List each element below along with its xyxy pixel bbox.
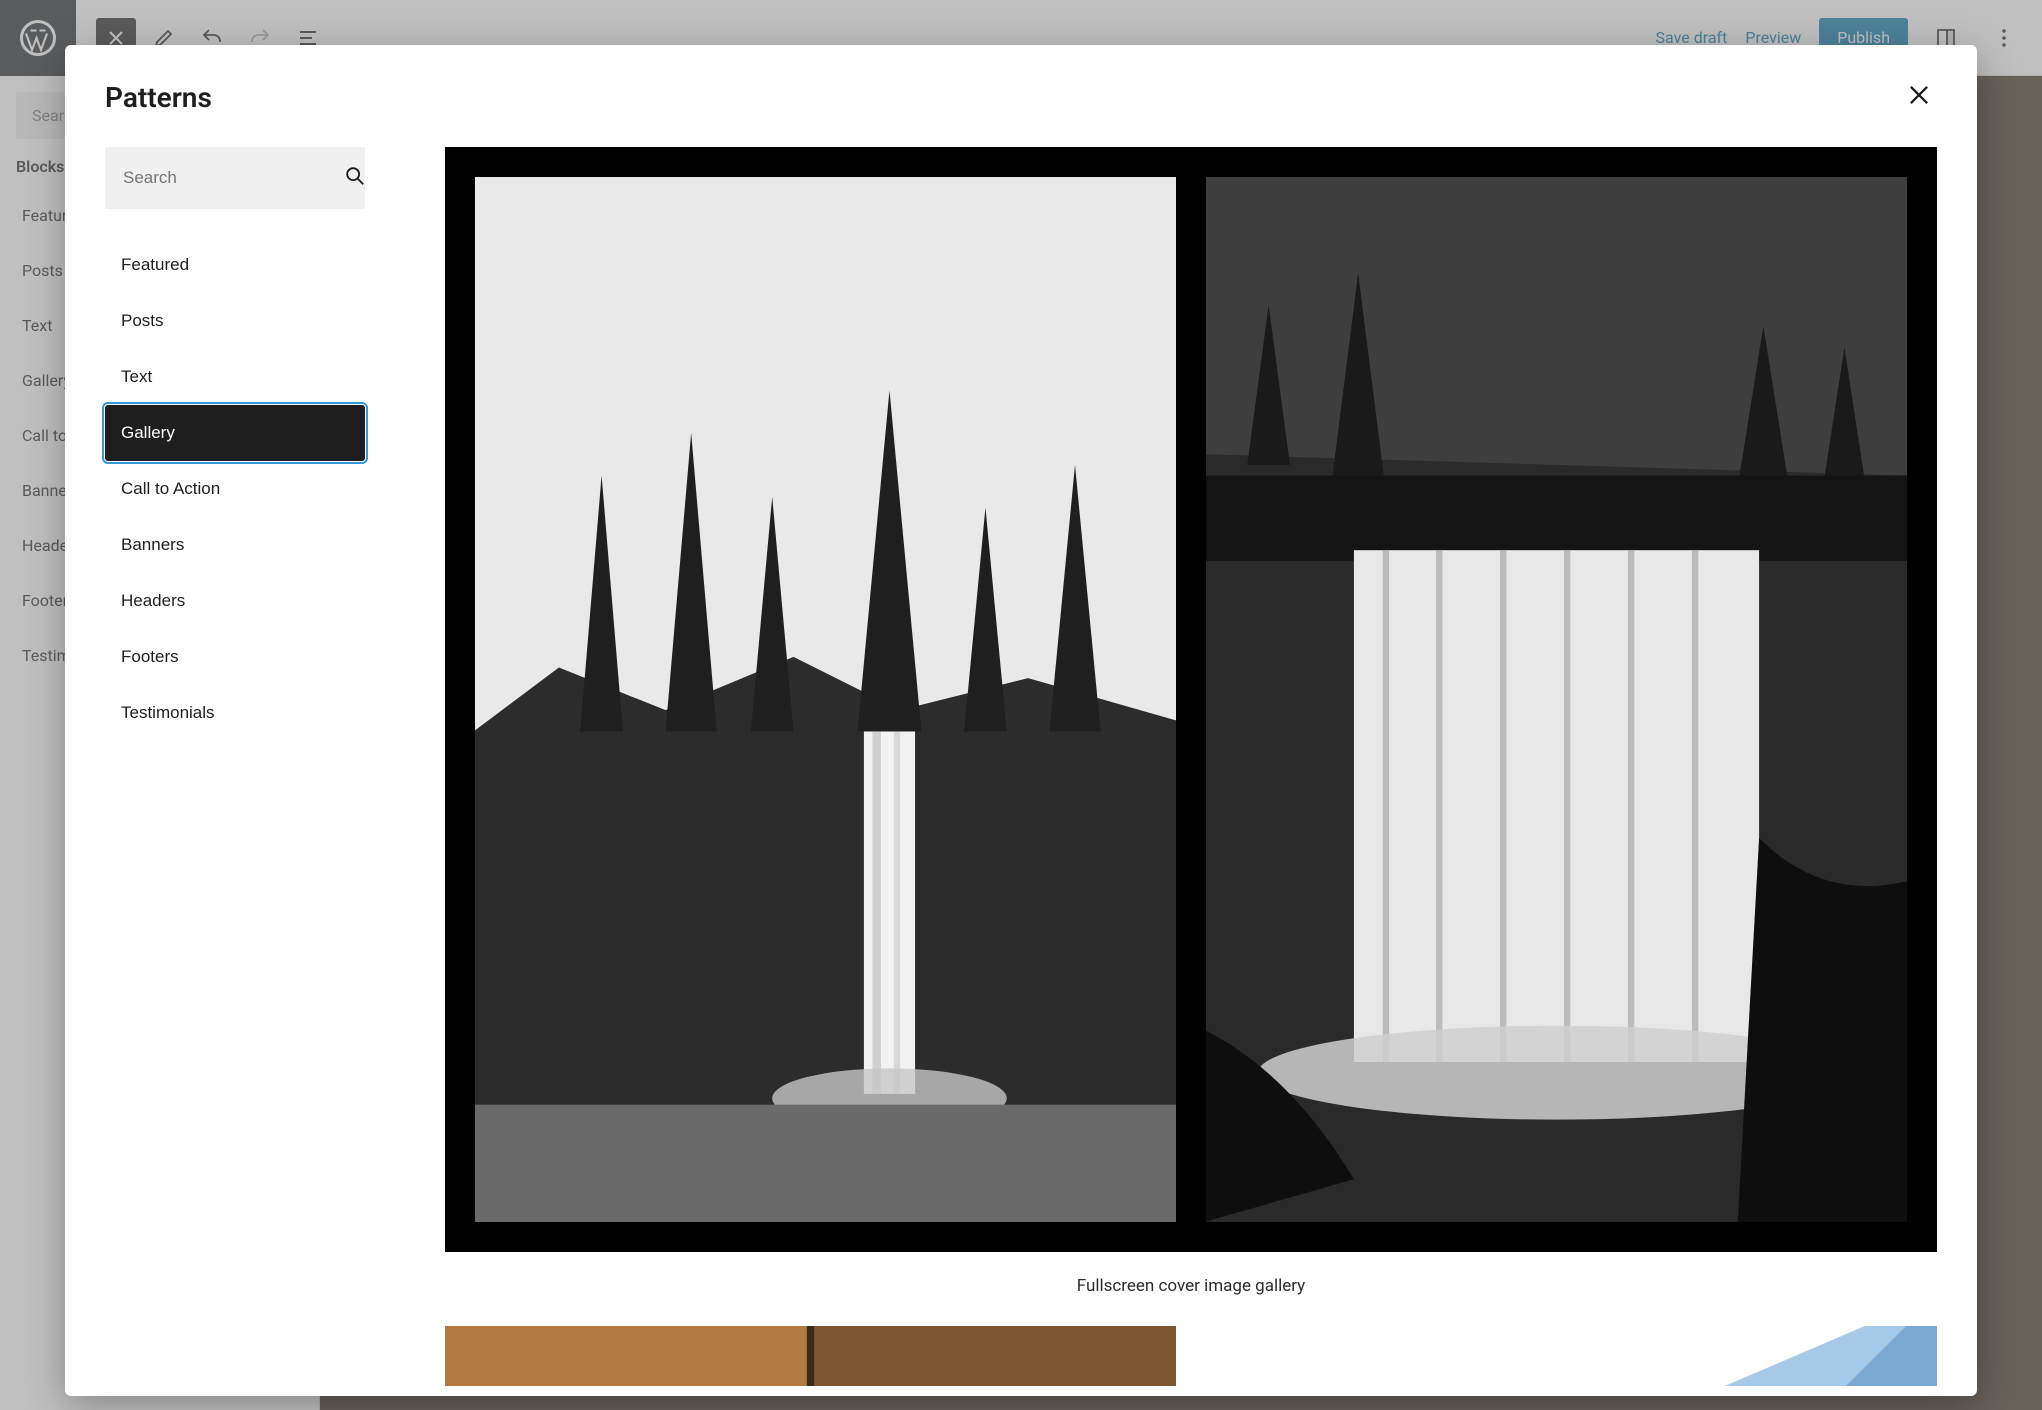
modal-title: Patterns <box>105 81 212 114</box>
patterns-search-wrap <box>105 147 365 209</box>
patterns-modal: Patterns Featured Posts Text Gallery Cal… <box>65 45 1977 1396</box>
pattern-card-fullscreen-gallery[interactable]: Fullscreen cover image gallery <box>445 147 1937 1296</box>
patterns-grid: Fullscreen cover image gallery <box>405 127 1977 1396</box>
pattern-label: Fullscreen cover image gallery <box>445 1276 1937 1296</box>
pattern-preview <box>445 147 1937 1252</box>
category-testimonials[interactable]: Testimonials <box>105 685 365 741</box>
pattern-preview-image-left <box>475 177 1176 1222</box>
category-featured[interactable]: Featured <box>105 237 365 293</box>
close-icon <box>1905 81 1933 109</box>
category-banners[interactable]: Banners <box>105 517 365 573</box>
category-posts[interactable]: Posts <box>105 293 365 349</box>
category-headers[interactable]: Headers <box>105 573 365 629</box>
search-icon <box>344 165 366 191</box>
category-nav: Featured Posts Text Gallery Call to Acti… <box>105 237 365 741</box>
category-text[interactable]: Text <box>105 349 365 405</box>
pattern-row-2 <box>445 1326 1937 1386</box>
patterns-search-input[interactable] <box>123 168 344 188</box>
pattern-card-3[interactable] <box>1206 1326 1937 1386</box>
pattern-card-2[interactable] <box>445 1326 1176 1386</box>
patterns-category-sidebar: Featured Posts Text Gallery Call to Acti… <box>65 127 405 1396</box>
modal-close-button[interactable] <box>1901 77 1937 117</box>
modal-header: Patterns <box>65 45 1977 127</box>
category-call-to-action[interactable]: Call to Action <box>105 461 365 517</box>
category-gallery[interactable]: Gallery <box>105 405 365 461</box>
category-footers[interactable]: Footers <box>105 629 365 685</box>
pattern-preview-image-right <box>1206 177 1907 1222</box>
